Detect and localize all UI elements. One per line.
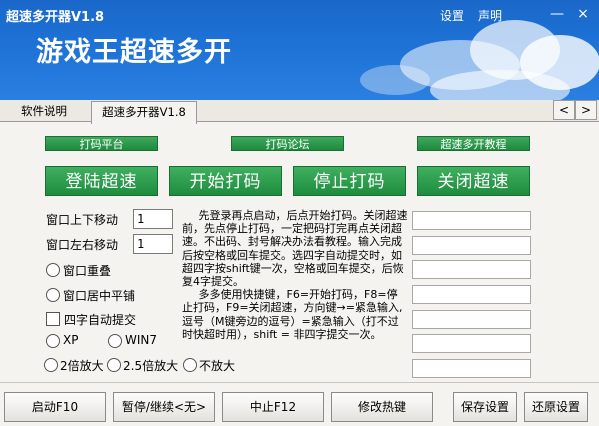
instructions-paragraph-2: 多多使用快捷键，F6=开始打码，F8=停止打码，F9=关闭超速，方向键→=紧急输… — [182, 288, 403, 341]
captcha-forum-link[interactable]: 打码论坛 — [231, 136, 344, 151]
zoom2-label: 2倍放大 — [60, 359, 104, 373]
zoom25-radio[interactable] — [107, 358, 121, 372]
abort-button[interactable]: 中止F12 — [222, 392, 324, 422]
pause-resume-button[interactable]: 暂停/继续<无> — [113, 392, 215, 422]
close-button[interactable]: × — [574, 6, 592, 22]
horizontal-move-input[interactable] — [133, 234, 173, 254]
close-speedup-button[interactable]: 关闭超速 — [417, 166, 530, 196]
settings-link[interactable]: 设置 — [440, 7, 464, 24]
win7-radio[interactable] — [108, 334, 122, 348]
center-tile-label: 窗口居中平铺 — [63, 289, 136, 303]
win7-label: WIN7 — [125, 333, 158, 347]
account-field-6[interactable] — [412, 334, 531, 353]
nozoom-radio[interactable] — [183, 358, 197, 372]
vertical-move-label: 窗口上下移动 — [46, 213, 119, 227]
account-field-7[interactable] — [412, 359, 531, 378]
overlap-label: 窗口重叠 — [63, 264, 112, 278]
tab-software-info[interactable]: 软件说明 — [8, 101, 80, 123]
cloud-decoration — [360, 65, 430, 95]
nozoom-label: 不放大 — [199, 359, 236, 373]
zoom2-radio[interactable] — [44, 358, 58, 372]
window-title: 超速多开器V1.8 — [6, 10, 105, 25]
save-settings-button[interactable]: 保存设置 — [453, 392, 517, 422]
horizontal-move-label: 窗口左右移动 — [46, 238, 119, 252]
overlap-radio[interactable] — [46, 263, 60, 277]
stop-captcha-button[interactable]: 停止打码 — [293, 166, 406, 196]
tab-next-button[interactable]: > — [575, 100, 597, 120]
banner-title: 游戏王超速多开 — [36, 37, 232, 68]
xp-radio[interactable] — [46, 334, 60, 348]
statement-link[interactable]: 声明 — [478, 7, 502, 24]
account-field-1[interactable] — [412, 211, 531, 230]
instructions-paragraph-1: 先登录再点启动，后点开始打码。关闭超速前，先点停止打码，一定把码打完再点关闭超速… — [182, 209, 408, 289]
bottom-divider — [0, 382, 599, 383]
auto-submit-checkbox[interactable] — [46, 312, 60, 326]
captcha-platform-link[interactable]: 打码平台 — [45, 136, 158, 151]
minimize-button[interactable]: — — [548, 6, 566, 22]
auto-submit-label: 四字自动提交 — [64, 313, 137, 327]
center-tile-radio[interactable] — [46, 288, 60, 302]
account-field-2[interactable] — [412, 236, 531, 255]
account-field-3[interactable] — [412, 260, 531, 279]
start-button[interactable]: 启动F10 — [4, 392, 106, 422]
restore-settings-button[interactable]: 还原设置 — [524, 392, 588, 422]
instructions-text: 先登录再点启动，后点开始打码。关闭超速前，先点停止打码，一定把码打完再点关闭超速… — [182, 209, 408, 341]
edit-hotkey-button[interactable]: 修改热键 — [331, 392, 433, 422]
tutorial-link[interactable]: 超速多开教程 — [417, 136, 530, 151]
start-captcha-button[interactable]: 开始打码 — [169, 166, 282, 196]
zoom25-label: 2.5倍放大 — [123, 359, 179, 373]
tab-bar — [0, 100, 599, 122]
vertical-move-input[interactable] — [133, 209, 173, 229]
account-field-4[interactable] — [412, 285, 531, 304]
tab-multi-opener[interactable]: 超速多开器V1.8 — [91, 101, 197, 124]
account-field-5[interactable] — [412, 310, 531, 329]
xp-label: XP — [63, 333, 79, 347]
tab-prev-button[interactable]: < — [553, 100, 575, 120]
login-button[interactable]: 登陆超速 — [45, 166, 158, 196]
